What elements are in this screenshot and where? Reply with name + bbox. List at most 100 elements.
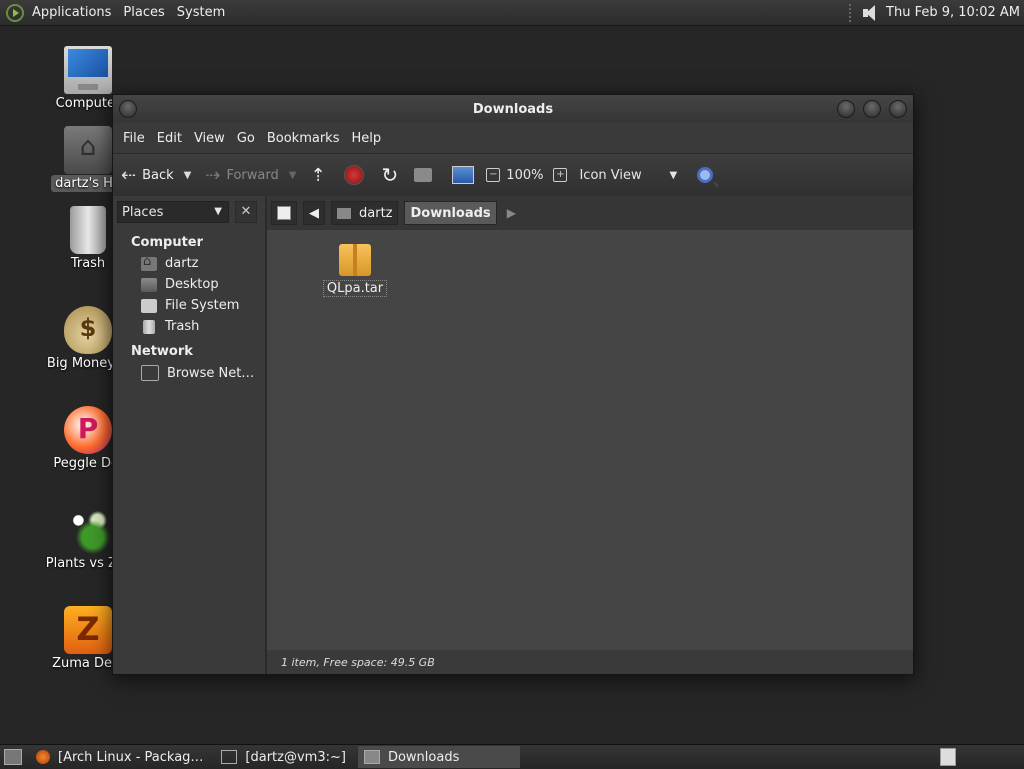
menubar: File Edit View Go Bookmarks Help (113, 123, 913, 153)
menu-view[interactable]: View (188, 131, 231, 146)
location-edit-button[interactable] (271, 201, 297, 225)
zoom-out-icon[interactable]: − (486, 168, 501, 182)
package-icon (339, 244, 371, 276)
view-mode-select[interactable]: Icon View (579, 168, 669, 183)
sidebar-close-icon[interactable]: ✕ (235, 201, 257, 223)
sidebar-item-label: Trash (165, 319, 200, 334)
path-button-label: dartz (359, 205, 393, 221)
show-desktop-icon[interactable] (4, 749, 22, 765)
back-button[interactable]: ⇠ Back (121, 165, 174, 186)
computer-icon[interactable] (452, 166, 475, 184)
zoom-in-icon[interactable]: + (553, 168, 568, 182)
panel-tray: Thu Feb 9, 10:02 AM (843, 0, 1020, 25)
monitor-icon (64, 46, 112, 94)
sidebar-item-label: Browse Net… (167, 365, 255, 381)
menu-help[interactable]: Help (345, 131, 387, 146)
speaker-icon[interactable] (860, 3, 880, 23)
menu-file[interactable]: File (117, 131, 151, 146)
path-button-dartz[interactable]: dartz (331, 201, 399, 225)
file-view[interactable]: ◀ dartz Downloads ▶ QLpa.tar 1 item, Fre… (267, 196, 913, 674)
sidebar-item-trash[interactable]: Trash (113, 316, 265, 337)
trash-icon (143, 319, 155, 334)
sidebar-item-file-system[interactable]: File System (113, 295, 265, 316)
home-folder-icon[interactable] (414, 168, 433, 182)
system-menu[interactable]: System (171, 5, 231, 20)
menu-bookmarks[interactable]: Bookmarks (261, 131, 346, 146)
reload-icon[interactable]: ↻ (382, 163, 399, 187)
desktop-icon (141, 277, 157, 292)
menu-go[interactable]: Go (231, 131, 261, 146)
menu-edit[interactable]: Edit (151, 131, 188, 146)
window-title: Downloads (472, 102, 554, 117)
path-button-label: Downloads (410, 205, 491, 221)
task-label: [dartz@vm3:~] (245, 749, 346, 765)
sidebar-item-label: File System (165, 298, 240, 313)
forward-button[interactable]: ⇢ Forward (205, 165, 278, 186)
sidebar-item-label: dartz (165, 256, 199, 271)
sidebar: Places ▼ ✕ Computer dartz Desktop File S… (113, 196, 267, 674)
pencil-icon (277, 206, 291, 220)
toolbar: ⇠ Back ▼ ⇢ Forward ▼ ⇡ ↻ − 100% + Icon V… (113, 153, 913, 196)
distro-logo-icon[interactable] (6, 3, 24, 22)
sidebar-section-network: Network (131, 344, 193, 359)
forward-arrow-icon: ⇢ (205, 164, 221, 186)
network-icon (141, 365, 159, 381)
panel-grip (849, 3, 854, 22)
terminal-icon (221, 750, 238, 764)
chevron-right-icon[interactable]: ▶ (507, 206, 516, 220)
forward-label: Forward (226, 167, 279, 183)
top-panel: Applications Places System Thu Feb 9, 10… (0, 0, 1024, 26)
status-bar: 1 item, Free space: 49.5 GB (267, 650, 913, 674)
sidebar-pane-label: Places (122, 204, 164, 220)
workspace-switcher[interactable] (940, 748, 956, 766)
sidebar-item-desktop[interactable]: Desktop (113, 274, 265, 295)
folder-home-icon (64, 126, 112, 174)
file-item[interactable]: QLpa.tar (319, 244, 391, 297)
money-bag-icon (64, 306, 112, 354)
file-name: QLpa.tar (322, 280, 388, 297)
forward-history-dropdown[interactable]: ▼ (289, 170, 297, 181)
back-label: Back (142, 167, 174, 183)
pathbar: ◀ dartz Downloads ▶ (267, 196, 913, 230)
top-menu: Applications Places System (26, 0, 231, 25)
file-manager-window: Downloads File Edit View Go Bookmarks He… (112, 94, 914, 675)
chevron-left-icon: ◀ (309, 205, 319, 221)
task-downloads[interactable]: Downloads (357, 746, 520, 768)
trash-icon (70, 206, 106, 254)
sidebar-item-label: Desktop (165, 277, 219, 292)
zuma-icon (64, 606, 112, 654)
maximize-icon[interactable] (863, 100, 881, 118)
sidebar-item-browse-network[interactable]: Browse Net… (113, 362, 265, 384)
back-arrow-icon: ⇠ (121, 164, 137, 186)
chevron-down-icon: ▼ (214, 206, 222, 217)
close-icon[interactable] (889, 100, 907, 118)
sidebar-pane-select[interactable]: Places ▼ (117, 201, 229, 223)
search-icon[interactable] (697, 167, 714, 183)
sidebar-item-dartz[interactable]: dartz (113, 253, 265, 274)
bottom-panel: [Arch Linux - Packag… [dartz@vm3:~] Down… (0, 744, 1024, 769)
file-system-icon (141, 298, 157, 313)
stop-icon[interactable] (343, 165, 364, 185)
peggle-icon (64, 406, 112, 454)
firefox-icon (36, 750, 50, 764)
zoom-level: 100% (506, 167, 544, 183)
folder-icon (363, 750, 380, 764)
minimize-icon[interactable] (837, 100, 855, 118)
sidebar-header: Places ▼ ✕ (113, 196, 265, 228)
up-arrow-icon[interactable]: ⇡ (310, 165, 325, 186)
path-scroll-left-button[interactable]: ◀ (303, 201, 325, 225)
task-terminal[interactable]: [dartz@vm3:~] (215, 746, 352, 768)
titlebar[interactable]: Downloads (113, 95, 913, 123)
plants-icon (64, 506, 112, 554)
sidebar-section-computer: Computer (131, 235, 204, 250)
task-label: Downloads (387, 749, 460, 765)
clock[interactable]: Thu Feb 9, 10:02 AM (886, 5, 1020, 20)
back-history-dropdown[interactable]: ▼ (184, 170, 192, 181)
path-button-downloads[interactable]: Downloads (404, 201, 497, 225)
status-text: 1 item, Free space: 49.5 GB (281, 655, 435, 669)
places-menu[interactable]: Places (117, 5, 170, 20)
task-label: [Arch Linux - Packag… (58, 749, 204, 765)
chevron-down-icon[interactable]: ▼ (669, 170, 677, 181)
applications-menu[interactable]: Applications (26, 5, 117, 20)
task-browser[interactable]: [Arch Linux - Packag… (30, 746, 209, 768)
